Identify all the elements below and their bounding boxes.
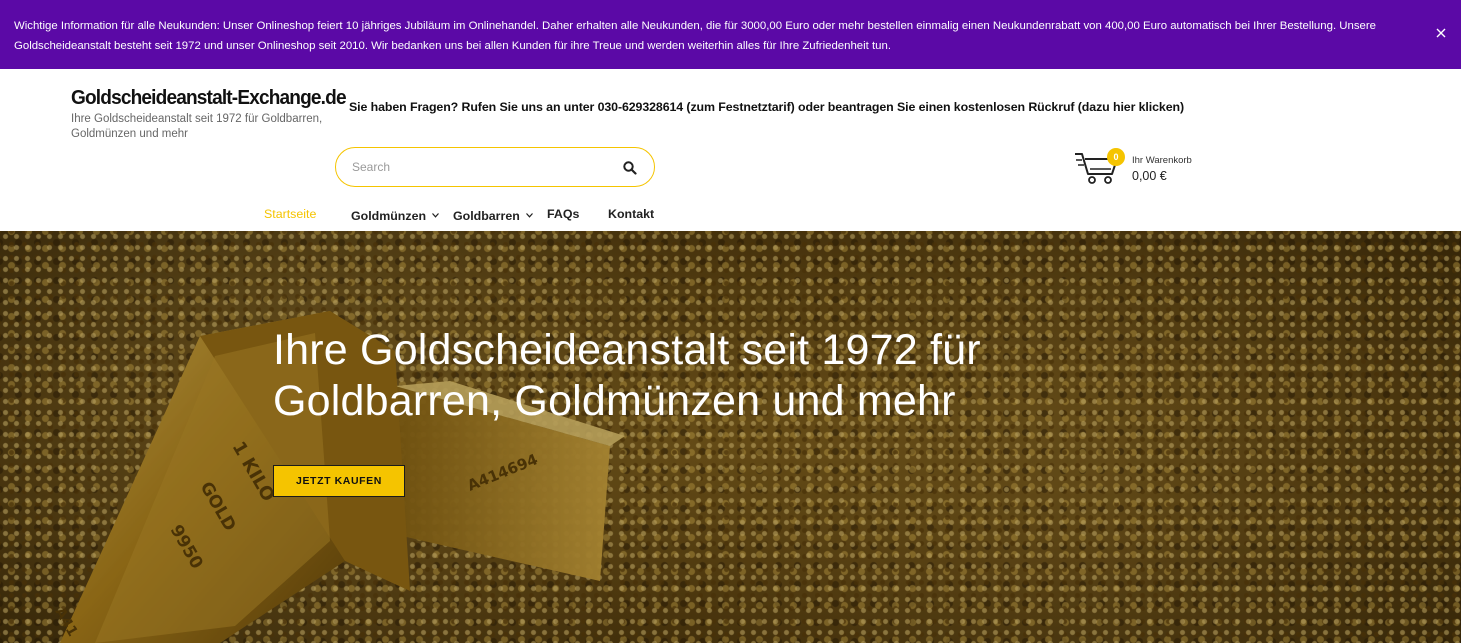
notice-text: Wichtige Information für alle Neukunden:… [14, 20, 1376, 52]
cart-label: Ihr Warenkorb [1132, 155, 1192, 166]
chevron-down-icon [432, 207, 439, 221]
nav-item-faqs[interactable]: FAQs [547, 207, 579, 221]
nav-item-label: Goldmünzen [351, 209, 427, 223]
site-logo-tagline: Ihre Goldscheideanstalt seit 1972 für Go… [71, 113, 323, 140]
search-box [335, 147, 655, 187]
cart-count-badge: 0 [1107, 148, 1125, 166]
buy-now-button[interactable]: JETZT KAUFEN [273, 465, 405, 497]
notice-bar: Wichtige Information für alle Neukunden:… [0, 0, 1461, 69]
cart-total: 0,00 € [1132, 169, 1167, 183]
search-icon[interactable] [622, 160, 638, 176]
site-logo-title[interactable]: Goldscheideanstalt-Exchange.de [71, 86, 347, 110]
hero-overlay [0, 231, 1461, 643]
nav-item-startseite[interactable]: Startseite [264, 207, 316, 221]
close-icon[interactable] [1434, 26, 1448, 40]
cart-widget[interactable]: 0 Ihr Warenkorb 0,00 € [1074, 148, 1204, 188]
chevron-down-icon [525, 207, 533, 221]
nav-item-kontakt[interactable]: Kontakt [608, 207, 654, 221]
hero-title: Ihre Goldscheideanstalt seit 1972 für Go… [273, 326, 981, 425]
nav-item-goldmuenzen[interactable]: Goldmünzen [351, 207, 439, 223]
search-input[interactable] [352, 157, 612, 177]
nav-item-label: Goldbarren [453, 209, 520, 223]
nav-item-goldbarren[interactable]: Goldbarren [453, 207, 533, 223]
hero-banner: 1 KILO GOLD 9950 A414694 A41 Ihre Goldsc… [0, 231, 1461, 643]
contact-callback-link[interactable]: Sie haben Fragen? Rufen Sie uns an unter… [349, 100, 1184, 114]
